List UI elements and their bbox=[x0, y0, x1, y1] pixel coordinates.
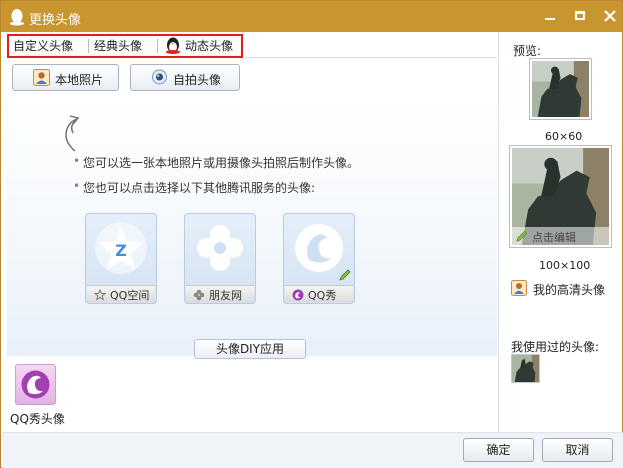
tab-dynamic-avatar[interactable]: 动态头像 bbox=[165, 36, 233, 56]
close-icon bbox=[604, 10, 616, 22]
qqshow-avatar-app[interactable] bbox=[15, 364, 56, 405]
avatar-photo-thumb bbox=[512, 355, 539, 382]
qqshow-app-icon bbox=[21, 370, 50, 399]
tip-local-photo: 您可以选一张本地照片或用摄像头拍照后制作头像。 bbox=[73, 154, 359, 171]
svg-text:Z: Z bbox=[115, 241, 127, 260]
close-button[interactable] bbox=[601, 7, 619, 25]
user-photo-icon bbox=[33, 69, 50, 86]
qqshow-small-icon bbox=[292, 289, 304, 301]
edit-label: 点击编辑 bbox=[532, 231, 576, 244]
avatar-photo-small bbox=[532, 61, 589, 117]
hd-avatar-link[interactable]: 我的高清头像 bbox=[511, 280, 621, 298]
qzone-star-icon: Z bbox=[95, 222, 147, 274]
tip-other-services: 您也可以点击选择以下其他腾讯服务的头像: bbox=[73, 179, 315, 196]
minimize-button[interactable] bbox=[541, 7, 559, 25]
flower-small-icon bbox=[193, 289, 205, 301]
tab-dynamic-label: 动态头像 bbox=[185, 39, 234, 53]
title-bar[interactable]: 更换头像 bbox=[1, 1, 622, 32]
hd-avatar-label: 我的高清头像 bbox=[533, 283, 606, 297]
flower-icon bbox=[197, 225, 243, 271]
service-qqshow-label: QQ秀 bbox=[308, 289, 337, 302]
preview-small bbox=[529, 58, 592, 120]
cancel-button[interactable]: 取消 bbox=[542, 438, 613, 462]
preview-large[interactable]: 点击编辑 bbox=[509, 145, 612, 248]
service-qqshow[interactable]: QQ秀 bbox=[283, 213, 355, 304]
star-icon bbox=[94, 289, 106, 301]
avatar-type-tabs: 自定义头像 经典头像 动态头像 bbox=[7, 34, 243, 58]
used-avatar-thumbnail[interactable] bbox=[511, 354, 540, 383]
maximize-icon bbox=[575, 11, 585, 20]
window-title: 更换头像 bbox=[29, 13, 82, 28]
preview-small-caption: 60×60 bbox=[545, 130, 583, 143]
user-photo-icon bbox=[511, 280, 527, 296]
ok-button[interactable]: 确定 bbox=[463, 438, 534, 462]
service-pengyou-label: 朋友网 bbox=[209, 289, 242, 302]
tab-underline bbox=[245, 57, 497, 58]
pencil-icon bbox=[339, 269, 351, 281]
qq-penguin-icon bbox=[10, 9, 24, 26]
edit-overlay[interactable]: 点击编辑 bbox=[512, 227, 609, 245]
preview-large-caption: 100×100 bbox=[539, 259, 591, 272]
local-photo-button[interactable]: 本地照片 bbox=[12, 64, 119, 91]
panel-divider bbox=[498, 32, 499, 432]
avatar-diy-apps-button[interactable]: 头像DIY应用 bbox=[194, 339, 306, 359]
tab-separator bbox=[157, 39, 158, 53]
service-pengyou[interactable]: 朋友网 bbox=[184, 213, 256, 304]
service-pengyou-bar: 朋友网 bbox=[186, 285, 254, 302]
pencil-icon bbox=[516, 231, 527, 242]
service-qzone-label: QQ空间 bbox=[110, 289, 150, 302]
used-avatars-label: 我使用过的头像: bbox=[511, 340, 600, 354]
service-qzone[interactable]: Z QQ空间 bbox=[85, 213, 157, 304]
selfie-label: 自拍头像 bbox=[173, 73, 222, 87]
tab-separator bbox=[88, 39, 89, 53]
qqshow-app-label: QQ秀头像 bbox=[10, 412, 65, 426]
selfie-button[interactable]: 自拍头像 bbox=[130, 64, 240, 91]
minimize-icon bbox=[545, 18, 555, 20]
change-avatar-window: 更换头像 自定义头像 经典头像 动态头像 本地照片 自拍头像 • 您可以选一张本… bbox=[0, 0, 623, 468]
local-photo-label: 本地照片 bbox=[55, 73, 104, 87]
tab-custom-avatar[interactable]: 自定义头像 bbox=[13, 36, 73, 56]
service-qzone-bar: QQ空间 bbox=[87, 285, 155, 302]
penguin-icon bbox=[166, 37, 180, 54]
tab-classic-avatar[interactable]: 经典头像 bbox=[94, 36, 142, 56]
curved-arrow-icon bbox=[65, 115, 80, 152]
preview-label: 预览: bbox=[513, 44, 542, 58]
service-qqshow-bar: QQ秀 bbox=[285, 285, 353, 302]
webcam-icon bbox=[152, 69, 167, 85]
maximize-button[interactable] bbox=[571, 7, 589, 25]
